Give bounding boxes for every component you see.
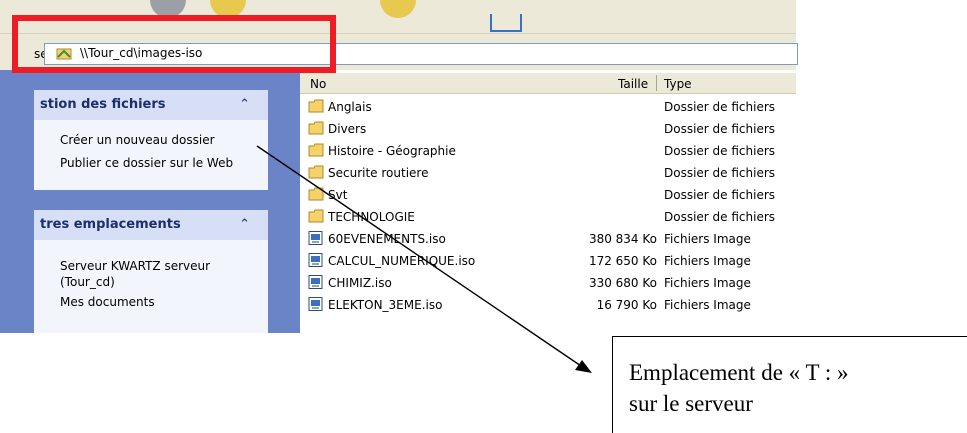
- file-name: TECHNOLOGIE: [328, 210, 415, 224]
- file-row[interactable]: Divers Dossier de fichiers: [300, 118, 796, 140]
- other-places-panel: tres emplacements ⌃ Serveur KWARTZ serve…: [34, 210, 268, 333]
- collapse-chevron-icon[interactable]: ⌃: [239, 217, 250, 232]
- iso-file-icon: [308, 231, 323, 245]
- file-row[interactable]: Histoire - Géographie Dossier de fichiers: [300, 140, 796, 162]
- file-row[interactable]: ELEKTON_3EME.iso 16 790 Ko Fichiers Image: [300, 294, 796, 316]
- arrow-head-icon: [575, 360, 592, 373]
- collapse-chevron-icon[interactable]: ⌃: [239, 97, 250, 112]
- file-row[interactable]: TECHNOLOGIE Dossier de fichiers: [300, 206, 796, 228]
- folder-icon: [308, 121, 324, 135]
- callout-box: Emplacement de « T : » sur le serveur: [612, 336, 967, 433]
- file-type: Dossier de fichiers: [664, 100, 776, 114]
- other-places-title: tres emplacements: [40, 217, 181, 232]
- file-list: No Taille Type Anglais Dossier de fichier…: [300, 70, 796, 322]
- file-row[interactable]: Securite routiere Dossier de fichiers: [300, 162, 796, 184]
- callout-line-1: Emplacement de « T : »: [629, 360, 849, 385]
- views-icon[interactable]: [490, 14, 522, 32]
- file-tasks-panel: stion des fichiers ⌃ Créer un nouveau do…: [34, 90, 268, 190]
- my-documents-link[interactable]: Mes documents: [60, 295, 155, 309]
- file-row[interactable]: CALCUL_NUMERIQUE.iso 172 650 Ko Fichiers I…: [300, 250, 796, 272]
- file-size: 172 650 Ko: [588, 254, 657, 268]
- file-tasks-title: stion des fichiers: [40, 97, 166, 112]
- folder-icon: [308, 99, 324, 113]
- column-divider[interactable]: [656, 75, 657, 91]
- file-type: Dossier de fichiers: [664, 188, 776, 202]
- file-name: Divers: [328, 122, 367, 136]
- create-folder-link[interactable]: Créer un nouveau dossier: [60, 133, 215, 147]
- iso-file-icon: [308, 253, 323, 267]
- publish-folder-link[interactable]: Publier ce dossier sur le Web: [60, 156, 233, 170]
- folder-icon: [308, 187, 324, 201]
- column-name[interactable]: No: [310, 77, 326, 91]
- file-type: Dossier de fichiers: [664, 144, 776, 158]
- iso-file-icon: [308, 297, 323, 311]
- file-type: Fichiers Image: [664, 232, 751, 246]
- file-type: Dossier de fichiers: [664, 166, 776, 180]
- file-name: CALCUL_NUMERIQUE.iso: [328, 254, 476, 268]
- file-row[interactable]: 60EVENEMENTS.iso 380 834 Ko Fichiers Image: [300, 228, 796, 250]
- file-name: ELEKTON_3EME.iso: [328, 298, 443, 312]
- task-pane: stion des fichiers ⌃ Créer un nouveau do…: [0, 70, 300, 333]
- column-headers: No Taille Type: [300, 73, 796, 94]
- file-name: Securite routiere: [328, 166, 429, 180]
- file-type: Dossier de fichiers: [664, 210, 776, 224]
- file-type: Fichiers Image: [664, 276, 751, 290]
- server-link-sub[interactable]: (Tour_cd): [60, 275, 115, 289]
- folder-icon: [308, 209, 324, 223]
- red-highlight-box: [12, 15, 336, 73]
- file-type: Fichiers Image: [664, 254, 751, 268]
- file-size: 380 834 Ko: [588, 232, 657, 246]
- file-size: 330 680 Ko: [588, 276, 657, 290]
- file-row[interactable]: CHIMIZ.iso 330 680 Ko Fichiers Image: [300, 272, 796, 294]
- file-row[interactable]: Svt Dossier de fichiers: [300, 184, 796, 206]
- file-tasks-header[interactable]: stion des fichiers ⌃: [34, 90, 268, 120]
- other-places-header[interactable]: tres emplacements ⌃: [34, 210, 268, 240]
- column-size[interactable]: Taille: [618, 77, 648, 91]
- file-name: Histoire - Géographie: [328, 144, 456, 158]
- file-type: Dossier de fichiers: [664, 122, 776, 136]
- callout-text: Emplacement de « T : » sur le serveur: [629, 357, 849, 419]
- file-row[interactable]: Anglais Dossier de fichiers: [300, 96, 796, 118]
- iso-file-icon: [308, 275, 323, 289]
- file-name: Anglais: [328, 100, 372, 114]
- callout-line-2: sur le serveur: [629, 391, 753, 416]
- column-type[interactable]: Type: [664, 77, 692, 91]
- server-link[interactable]: Serveur KWARTZ serveur: [60, 259, 210, 273]
- folder-icon: [308, 143, 324, 157]
- folder-icon: [308, 165, 324, 179]
- file-type: Fichiers Image: [664, 298, 751, 312]
- file-size: 16 790 Ko: [596, 298, 657, 312]
- file-name: 60EVENEMENTS.iso: [328, 232, 446, 246]
- search-icon[interactable]: [380, 0, 416, 18]
- file-name: CHIMIZ.iso: [328, 276, 392, 290]
- file-name: Svt: [328, 188, 348, 202]
